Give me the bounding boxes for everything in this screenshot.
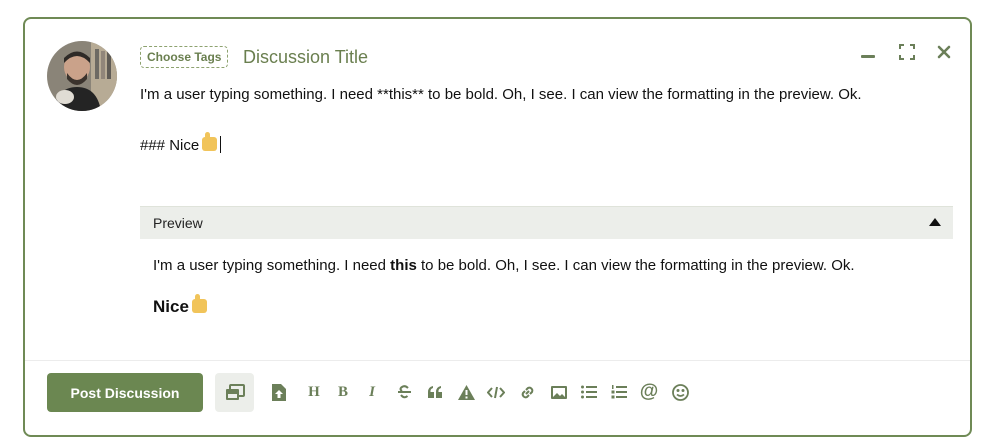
thumbs-up-icon	[191, 294, 207, 313]
preview-heading: Nice	[153, 294, 207, 317]
discussion-title-input[interactable]	[243, 44, 743, 70]
preview-text: I'm a user typing something. I need	[153, 257, 391, 274]
code-button[interactable]	[486, 381, 506, 403]
bold-button[interactable]: B	[333, 381, 353, 403]
fullscreen-icon	[899, 44, 915, 60]
ordered-list-icon	[611, 385, 627, 399]
discussion-composer: Choose Tags I'm a user typing something.…	[23, 17, 972, 437]
close-icon	[937, 45, 951, 59]
preview-bold-text: this	[390, 257, 417, 274]
close-button[interactable]	[933, 41, 955, 63]
thumbs-up-icon	[202, 132, 218, 151]
emoji-button[interactable]	[670, 381, 690, 403]
fullscreen-button[interactable]	[896, 41, 918, 63]
header-button[interactable]: H	[304, 381, 324, 403]
preview-header[interactable]: Preview	[140, 206, 953, 239]
italic-button[interactable]: I	[362, 381, 382, 403]
strikethrough-icon	[397, 385, 411, 399]
avatar	[47, 41, 117, 111]
preview-mode-button[interactable]	[215, 373, 254, 412]
image-icon	[551, 385, 567, 399]
bullet-list-button[interactable]	[579, 381, 599, 403]
emoji-icon	[671, 383, 689, 401]
link-button[interactable]	[517, 381, 537, 403]
choose-tags-button[interactable]: Choose Tags	[140, 46, 229, 68]
minimize-button[interactable]	[857, 41, 879, 63]
quote-button[interactable]	[425, 381, 445, 403]
image-button[interactable]	[549, 381, 569, 403]
ordered-list-button[interactable]	[609, 381, 629, 403]
spoiler-button[interactable]	[456, 381, 476, 403]
body-line-text: ### Nice	[140, 137, 200, 154]
preview-mode-icon	[225, 383, 245, 400]
code-icon	[487, 386, 505, 398]
strikethrough-button[interactable]	[394, 381, 414, 403]
body-line: ### Nice	[140, 132, 950, 156]
upload-button[interactable]	[269, 381, 289, 403]
body-line: I'm a user typing something. I need **th…	[140, 86, 862, 103]
quote-icon	[427, 386, 442, 398]
spoiler-icon	[457, 384, 475, 400]
preview-heading-text: Nice	[153, 297, 189, 316]
discussion-body-editor[interactable]: I'm a user typing something. I need **th…	[140, 85, 950, 156]
preview-content: I'm a user typing something. I need this…	[153, 257, 953, 274]
collapse-triangle-icon[interactable]	[929, 218, 941, 226]
preview-text: to be bold. Oh, I see. I can view the fo…	[416, 257, 855, 274]
minimize-icon	[861, 55, 875, 58]
bullet-list-icon	[581, 385, 597, 399]
link-icon	[521, 386, 533, 398]
mention-button[interactable]: @	[639, 381, 659, 403]
upload-icon	[272, 383, 286, 401]
preview-label: Preview	[153, 215, 203, 231]
post-discussion-button[interactable]: Post Discussion	[47, 373, 203, 412]
text-caret	[220, 136, 222, 153]
divider	[25, 360, 970, 361]
